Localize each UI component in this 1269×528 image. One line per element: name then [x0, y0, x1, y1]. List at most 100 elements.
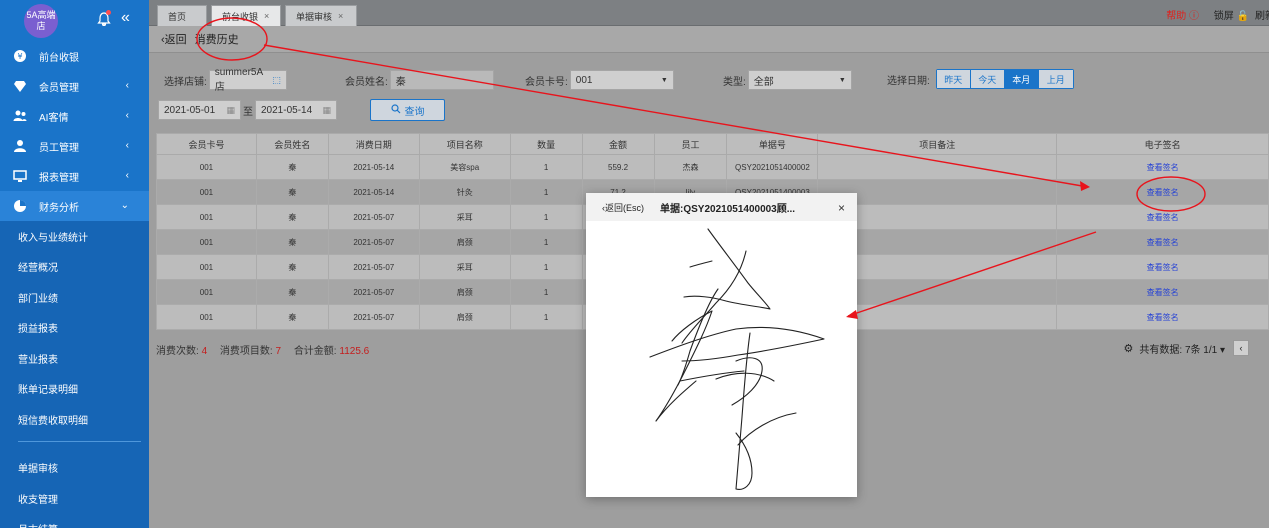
- date-from-field[interactable]: 2021-05-01 ▦: [158, 100, 241, 120]
- lock-screen-button[interactable]: 锁屏 🔓: [1214, 7, 1249, 22]
- modal-header: ‹返回(Esc) 单据:QSY2021051400003顾... ×: [586, 193, 857, 221]
- chevron-left-icon: ‹: [125, 170, 129, 181]
- user-icon: [13, 139, 27, 153]
- table-cell: 1: [509, 254, 583, 280]
- submenu-item[interactable]: 账单记录明细: [0, 374, 149, 405]
- query-button[interactable]: 查询: [370, 99, 445, 121]
- sidebar-item-label: 前台收银: [39, 52, 79, 64]
- pagination-info[interactable]: 共有数据: 7条 1/1 ▾: [1139, 341, 1225, 356]
- help-link[interactable]: 帮助 ⓘ: [1166, 7, 1199, 22]
- submenu-item[interactable]: 收入与业绩统计: [0, 221, 149, 252]
- column-header: 金额: [581, 133, 655, 155]
- submenu-item[interactable]: 单据审核: [0, 453, 149, 484]
- date-to-field[interactable]: 2021-05-14 ▦: [255, 100, 337, 120]
- sidebar-item-finance[interactable]: 财务分析 ⌄: [0, 191, 149, 221]
- table-cell: [817, 154, 1058, 180]
- submenu-item[interactable]: 经营概况: [0, 252, 149, 283]
- submenu-item[interactable]: 月末结算: [0, 514, 149, 528]
- close-icon[interactable]: ×: [264, 11, 269, 21]
- table-cell: 肩颈: [418, 304, 511, 330]
- submenu-item[interactable]: 收支管理: [0, 483, 149, 514]
- sidebar-item-member[interactable]: 会员管理 ‹: [0, 71, 149, 101]
- table-cell: 001: [156, 179, 257, 205]
- column-header: 员工: [653, 133, 728, 155]
- table-cell: 采耳: [418, 204, 511, 230]
- sidebar-item-label: 报表管理: [39, 172, 79, 184]
- column-header: 电子签名: [1056, 133, 1269, 155]
- close-icon[interactable]: ×: [838, 201, 845, 215]
- column-header: 会员姓名: [255, 133, 329, 155]
- sidebar-item-label: 会员管理: [39, 82, 79, 94]
- column-header: 数量: [509, 133, 583, 155]
- range-yesterday-button[interactable]: 昨天: [936, 70, 971, 88]
- type-select[interactable]: 全部 ▼: [747, 70, 852, 90]
- caret-down-icon: ▼: [660, 76, 668, 84]
- diamond-icon: [13, 79, 27, 93]
- table-cell: 001: [156, 304, 257, 330]
- view-signature-link[interactable]: 查看签名: [1056, 279, 1269, 305]
- sidebar-item-ai[interactable]: AI客情 ‹: [0, 101, 149, 131]
- table-cell: 001: [156, 254, 257, 280]
- cashier-icon: ¥: [13, 49, 27, 63]
- svg-text:¥: ¥: [17, 52, 22, 61]
- tab-cashier[interactable]: 前台收银 ×: [211, 5, 281, 26]
- table-cell: 2021-05-07: [327, 204, 420, 230]
- range-today-button[interactable]: 今天: [970, 70, 1005, 88]
- table-cell: 1: [509, 229, 583, 255]
- store-logo[interactable]: 5A高端店: [24, 4, 58, 38]
- submenu-item[interactable]: 损益报表: [0, 313, 149, 344]
- submenu-item[interactable]: 营业报表: [0, 343, 149, 374]
- submenu-item[interactable]: 部门业绩: [0, 282, 149, 313]
- pie-chart-icon: [13, 199, 27, 213]
- sidebar-item-label: 财务分析: [39, 202, 79, 214]
- monitor-icon: [13, 169, 27, 183]
- tab-audit[interactable]: 单据审核 ×: [285, 5, 357, 26]
- table-row: 001 秦 2021-05-14 美容spa 1 559.2 杰森 QSY2021051400…: [156, 154, 1269, 180]
- people-icon: [13, 109, 27, 123]
- store-select[interactable]: summer5A店 ⬚: [208, 67, 287, 93]
- back-button[interactable]: ‹返回: [161, 31, 187, 47]
- view-signature-link[interactable]: 查看签名: [1056, 204, 1269, 230]
- card-filter: 会员卡号: 001 ▼: [525, 70, 674, 90]
- refresh-button[interactable]: 刷新: [1255, 7, 1269, 22]
- sidebar-item-reports[interactable]: 报表管理 ‹: [0, 161, 149, 191]
- prev-page-button[interactable]: ‹: [1233, 340, 1249, 356]
- submenu-item[interactable]: 短信费收取明细: [0, 404, 149, 435]
- member-name-field[interactable]: 秦: [389, 70, 494, 90]
- total-amount: 1125.6: [339, 346, 370, 357]
- range-this-month-button[interactable]: 本月: [1004, 70, 1039, 88]
- close-icon[interactable]: ×: [338, 11, 343, 21]
- page-header: ‹返回 消费历史: [149, 26, 1269, 53]
- table-cell: 秦: [255, 229, 329, 255]
- sidebar-divider: [18, 440, 141, 442]
- sidebar-item-cashier[interactable]: ¥ 前台收银: [0, 41, 149, 71]
- sidebar-item-staff[interactable]: 员工管理 ‹: [0, 131, 149, 161]
- gear-icon[interactable]: ⚙: [1124, 342, 1134, 355]
- modal-back-button[interactable]: ‹返回(Esc): [602, 201, 644, 214]
- column-header: 项目备注: [817, 133, 1058, 155]
- table-cell: QSY2021051400002: [726, 154, 819, 180]
- search-icon: [390, 103, 401, 117]
- column-header: 项目名称: [418, 133, 511, 155]
- sidebar-item-label: 员工管理: [39, 142, 79, 154]
- table-cell: 1: [509, 279, 583, 305]
- view-signature-link[interactable]: 查看签名: [1056, 304, 1269, 330]
- collapse-sidebar-icon[interactable]: «: [121, 9, 130, 27]
- view-signature-link[interactable]: 查看签名: [1056, 254, 1269, 280]
- sidebar-header: 5A高端店 «: [0, 0, 149, 41]
- table-cell: 2021-05-07: [327, 279, 420, 305]
- table-cell: 针灸: [418, 179, 511, 205]
- page-title: 消费历史: [194, 34, 239, 46]
- table-cell: 秦: [255, 254, 329, 280]
- store-filter: 选择店铺: summer5A店 ⬚: [164, 67, 287, 93]
- range-last-month-button[interactable]: 上月: [1038, 70, 1073, 88]
- item-count: 7: [275, 346, 282, 357]
- table-cell: 采耳: [418, 254, 511, 280]
- finance-submenu: 收入与业绩统计 经营概况 部门业绩 损益报表 营业报表 账单记录明细 短信费收取…: [0, 221, 149, 528]
- view-signature-link[interactable]: 查看签名: [1056, 154, 1269, 180]
- date-range-filter: 选择日期: 昨天 今天 本月 上月: [887, 69, 1074, 89]
- tab-home[interactable]: 首页: [157, 5, 207, 26]
- card-select[interactable]: 001 ▼: [569, 70, 674, 90]
- view-signature-link[interactable]: 查看签名: [1056, 229, 1269, 255]
- view-signature-link[interactable]: 查看签名: [1056, 179, 1269, 205]
